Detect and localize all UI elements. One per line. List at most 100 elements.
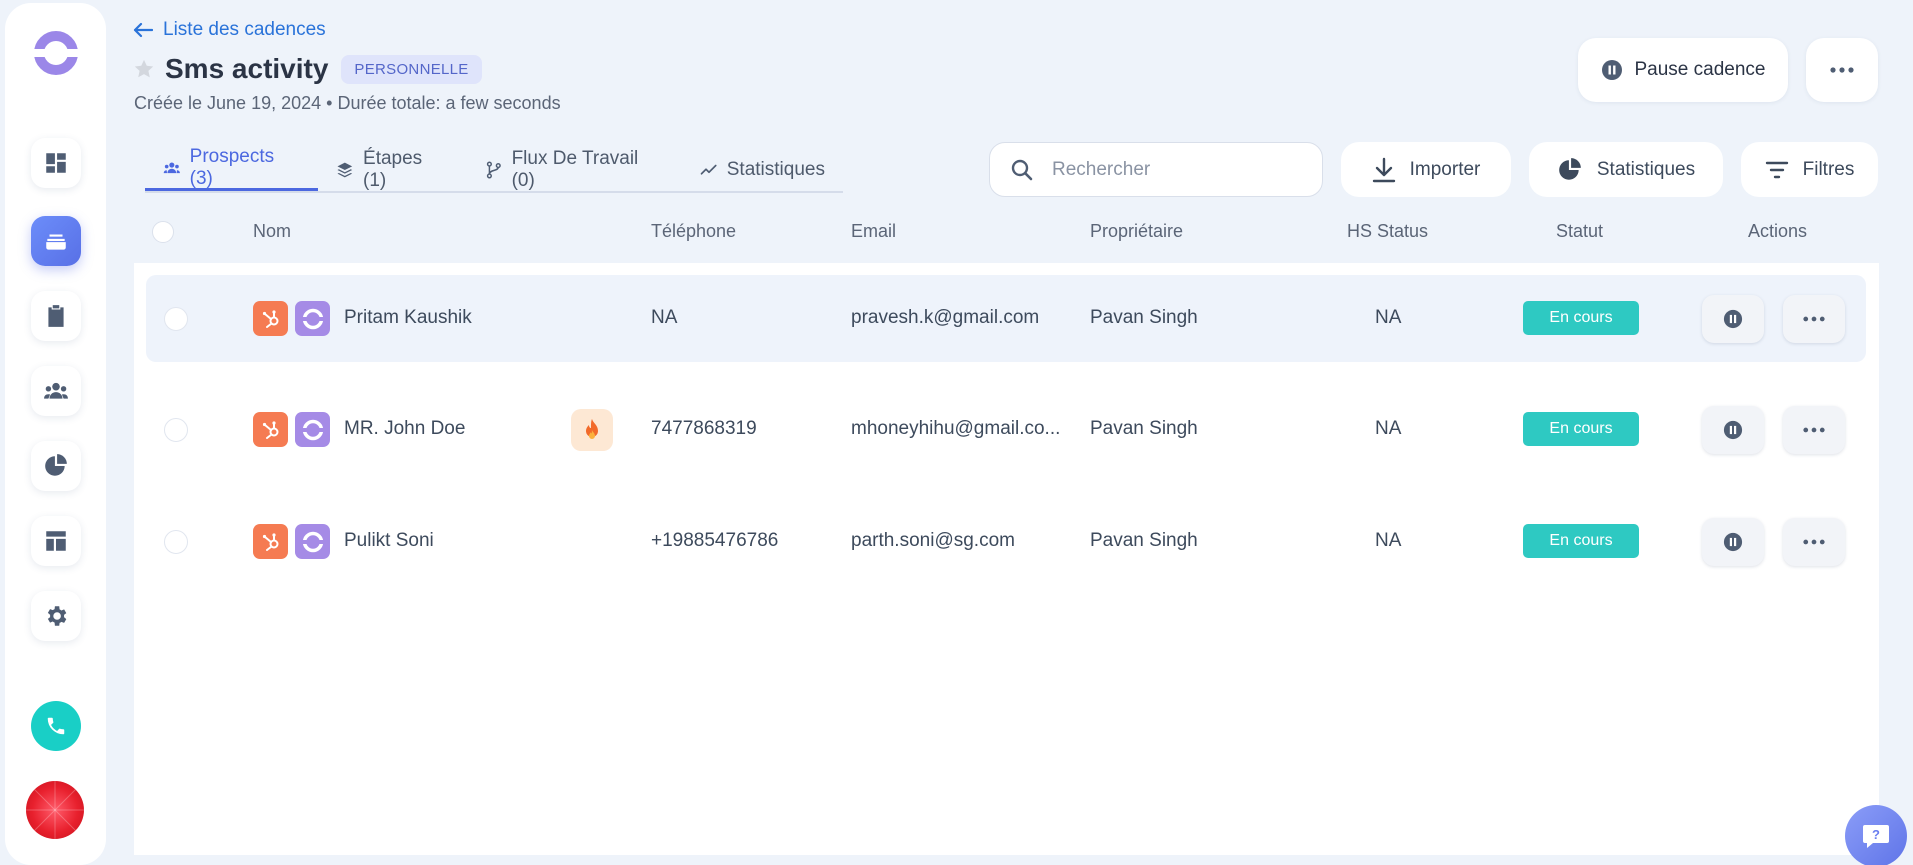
branch-icon	[486, 161, 501, 178]
more-horizontal-icon	[1830, 67, 1854, 73]
search-box	[989, 142, 1323, 197]
sidebar-item-templates[interactable]	[31, 516, 81, 566]
back-link[interactable]: Liste des cadences	[133, 19, 326, 41]
table-row[interactable]: Pritam Kaushik NA pravesh.k@gmail.com Pa…	[146, 275, 1866, 362]
status-badge: En cours	[1523, 301, 1639, 335]
row-checkbox[interactable]	[164, 307, 188, 331]
created-date: Créée le June 19, 2024	[134, 93, 322, 113]
tab-label: Prospects (3)	[189, 146, 275, 189]
sidebar-item-contacts[interactable]	[31, 366, 81, 416]
trend-icon	[700, 164, 717, 175]
cadence-icon[interactable]	[295, 412, 330, 447]
prospect-name[interactable]: MR. John Doe	[344, 418, 465, 440]
page-subtitle: Créée le June 19, 2024 • Durée totale: a…	[134, 93, 561, 114]
column-header-name: Nom	[253, 221, 292, 241]
title-row: Sms activity PERSONNELLE	[133, 53, 482, 85]
help-bubble-icon: ?	[1863, 825, 1889, 848]
pause-circle-icon	[1723, 420, 1743, 440]
more-horizontal-icon	[1803, 539, 1825, 545]
sidebar	[5, 3, 106, 865]
pause-prospect-button[interactable]	[1702, 406, 1764, 454]
row-more-button[interactable]	[1783, 518, 1845, 566]
hubspot-icon[interactable]	[253, 524, 288, 559]
pause-circle-icon	[1723, 532, 1743, 552]
table-row[interactable]: MR. John Doe 7477868319 mhoneyhihu@gmail…	[146, 386, 1866, 473]
row-checkbox[interactable]	[164, 530, 188, 554]
prospect-owner: Pavan Singh	[1090, 307, 1198, 328]
sidebar-item-reports[interactable]	[31, 441, 81, 491]
statistics-label: Statistiques	[1596, 158, 1696, 180]
back-link-label: Liste des cadences	[163, 19, 326, 40]
pause-circle-icon	[1601, 60, 1622, 80]
prospect-phone: +19885476786	[651, 530, 779, 551]
pause-prospect-button[interactable]	[1702, 295, 1764, 343]
column-header-email: Email	[851, 221, 897, 241]
column-header-hs-status: HS Status	[1347, 221, 1429, 241]
prospect-hs-status: NA	[1375, 530, 1402, 551]
app-logo[interactable]	[33, 30, 79, 76]
column-header-owner: Propriétaire	[1090, 221, 1184, 241]
prospect-hs-status: NA	[1375, 418, 1402, 439]
help-chat-button[interactable]: ?	[1845, 805, 1907, 865]
sidebar-item-tasks[interactable]	[31, 291, 81, 341]
tab-label: Flux De Travail (0)	[511, 147, 639, 191]
tab-prospects[interactable]: Prospects (3)	[145, 146, 319, 191]
call-button[interactable]	[31, 701, 81, 751]
tab-label: Étapes (1)	[363, 147, 423, 191]
pause-cadence-button[interactable]: Pause cadence	[1578, 38, 1788, 102]
prospect-phone: NA	[651, 307, 678, 328]
table-row[interactable]: Pulikt Soni +19885476786 parth.soni@sg.c…	[146, 498, 1866, 585]
column-header-phone: Téléphone	[651, 221, 737, 241]
prospect-email: parth.soni@sg.com	[851, 530, 1015, 551]
more-horizontal-icon	[1803, 316, 1825, 322]
avatar[interactable]	[26, 781, 84, 839]
prospect-email: pravesh.k@gmail.com	[851, 307, 1040, 328]
column-header-actions: Actions	[1748, 221, 1808, 241]
prospect-name[interactable]: Pulikt Soni	[344, 530, 434, 552]
pause-cadence-label: Pause cadence	[1634, 59, 1766, 80]
hubspot-icon[interactable]	[253, 412, 288, 447]
sidebar-item-settings[interactable]	[31, 591, 81, 641]
row-more-button[interactable]	[1783, 406, 1845, 454]
avatar-image	[26, 781, 84, 839]
prospect-owner: Pavan Singh	[1090, 530, 1198, 551]
filters-label: Filtres	[1802, 158, 1855, 180]
tab-statistics[interactable]: Statistiques	[682, 148, 843, 191]
tab-label: Statistiques	[726, 158, 825, 180]
import-button[interactable]: Importer	[1341, 142, 1511, 197]
prospect-hs-status: NA	[1375, 307, 1402, 328]
download-icon	[1372, 157, 1395, 182]
select-all-checkbox[interactable]	[152, 221, 174, 243]
layers-icon	[337, 162, 353, 177]
people-icon	[44, 382, 68, 399]
dashboard-icon	[46, 153, 66, 173]
visibility-badge: PERSONNELLE	[341, 54, 482, 84]
more-options-button[interactable]	[1806, 38, 1878, 102]
filter-icon	[1765, 161, 1788, 178]
statistics-button[interactable]: Statistiques	[1529, 142, 1723, 197]
prospect-email: mhoneyhihu@gmail.co...	[851, 418, 1061, 439]
row-more-button[interactable]	[1783, 295, 1845, 343]
cadence-icon[interactable]	[295, 524, 330, 559]
search-input[interactable]	[1052, 158, 1272, 181]
filters-button[interactable]: Filtres	[1741, 142, 1878, 197]
prospect-name[interactable]: Pritam Kaushik	[344, 307, 472, 329]
pause-prospect-button[interactable]	[1702, 518, 1764, 566]
sidebar-item-dashboard[interactable]	[31, 138, 81, 188]
hubspot-icon[interactable]	[253, 301, 288, 336]
pie-chart-icon	[1559, 157, 1581, 180]
inbox-stack-icon	[46, 234, 66, 250]
phone-icon	[47, 717, 65, 735]
status-badge: En cours	[1523, 524, 1639, 558]
tab-workflows[interactable]: Flux De Travail (0)	[467, 148, 682, 191]
pause-circle-icon	[1723, 309, 1743, 329]
tab-steps[interactable]: Étapes (1)	[318, 148, 467, 191]
prospect-owner: Pavan Singh	[1090, 418, 1198, 439]
more-horizontal-icon	[1803, 427, 1825, 433]
row-checkbox[interactable]	[164, 418, 188, 442]
column-header-status: Statut	[1556, 221, 1604, 241]
sidebar-item-cadences[interactable]	[31, 216, 81, 266]
star-icon[interactable]	[133, 58, 155, 80]
subtitle-separator: •	[321, 93, 338, 113]
cadence-icon[interactable]	[295, 301, 330, 336]
